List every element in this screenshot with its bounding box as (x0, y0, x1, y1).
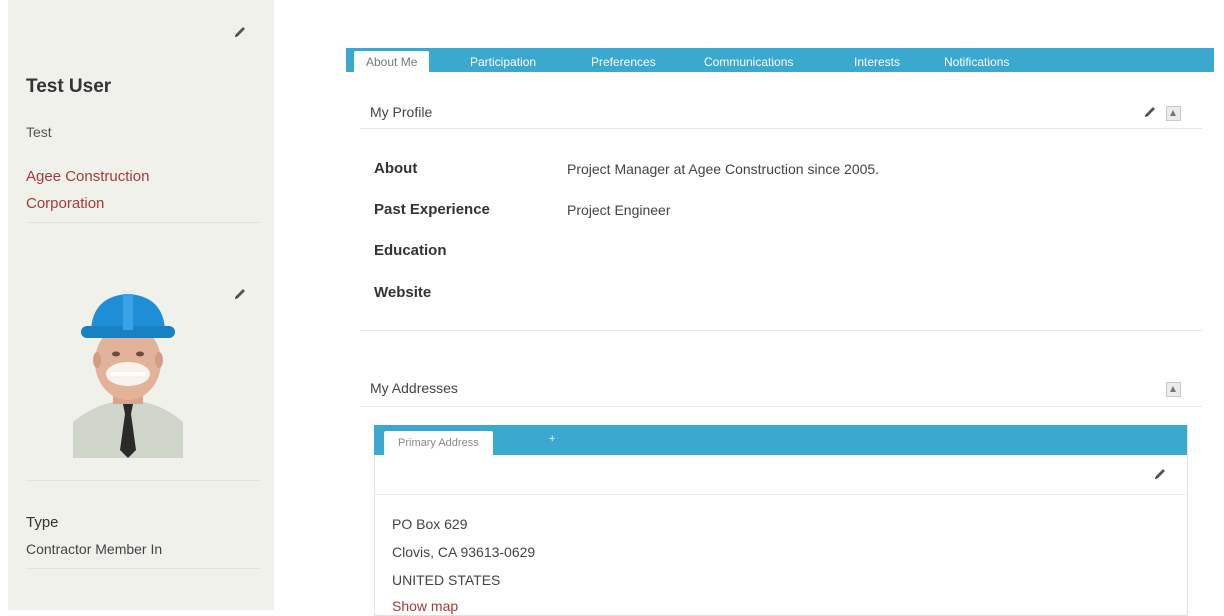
tab-communications[interactable]: Communications (704, 52, 793, 72)
address-line-1: PO Box 629 (392, 516, 468, 532)
type-label: Type (26, 514, 59, 531)
field-label-about: About (374, 160, 418, 177)
field-label-website: Website (374, 284, 432, 301)
sidebar-divider (26, 568, 260, 569)
field-value-past-experience: Project Engineer (567, 202, 671, 218)
sidebar-divider (26, 222, 260, 223)
address-line-2: Clovis, CA 93613-0629 (392, 544, 536, 560)
profile-divider (360, 128, 1202, 129)
profile-section-divider (360, 330, 1202, 331)
address-tab-bar: Primary Address + (374, 425, 1187, 455)
edit-address-pencil-icon[interactable] (1152, 466, 1168, 482)
collapse-profile-icon[interactable] (1166, 106, 1181, 121)
tab-notifications[interactable]: Notifications (944, 52, 1009, 72)
type-value: Contractor Member In (26, 541, 163, 557)
addresses-divider (360, 406, 1202, 407)
organization-link[interactable]: Agee Construction Corporation (26, 163, 226, 217)
tab-preferences[interactable]: Preferences (591, 52, 656, 72)
tab-participation[interactable]: Participation (470, 52, 536, 72)
field-label-education: Education (374, 242, 447, 259)
tab-primary-address[interactable]: Primary Address (384, 431, 493, 455)
my-profile-title: My Profile (370, 104, 433, 120)
my-addresses-header: My Addresses (360, 372, 1202, 402)
edit-name-pencil-icon[interactable] (232, 24, 248, 40)
show-map-link[interactable]: Show map (392, 598, 458, 614)
profile-tab-bar: About Me Participation Preferences Commu… (346, 48, 1214, 73)
user-subtitle: Test (26, 124, 52, 140)
avatar (73, 290, 183, 458)
edit-profile-pencil-icon[interactable] (1142, 104, 1158, 120)
my-addresses-title: My Addresses (370, 380, 458, 396)
edit-photo-pencil-icon[interactable] (232, 286, 248, 302)
my-profile-header: My Profile (360, 96, 1202, 126)
address-inner-divider (375, 494, 1186, 495)
collapse-addresses-icon[interactable] (1166, 382, 1181, 397)
field-label-past-experience: Past Experience (374, 201, 490, 218)
field-value-about: Project Manager at Agee Construction sin… (567, 161, 880, 177)
tab-about-me[interactable]: About Me (354, 51, 430, 73)
profile-sidebar: Test User Test Agee Construction Corpora… (8, 0, 274, 610)
tab-interests[interactable]: Interests (854, 52, 900, 72)
user-name: Test User (26, 76, 112, 97)
add-address-button[interactable]: + (549, 433, 555, 445)
address-line-3: UNITED STATES (392, 572, 501, 588)
sidebar-divider (26, 480, 260, 481)
